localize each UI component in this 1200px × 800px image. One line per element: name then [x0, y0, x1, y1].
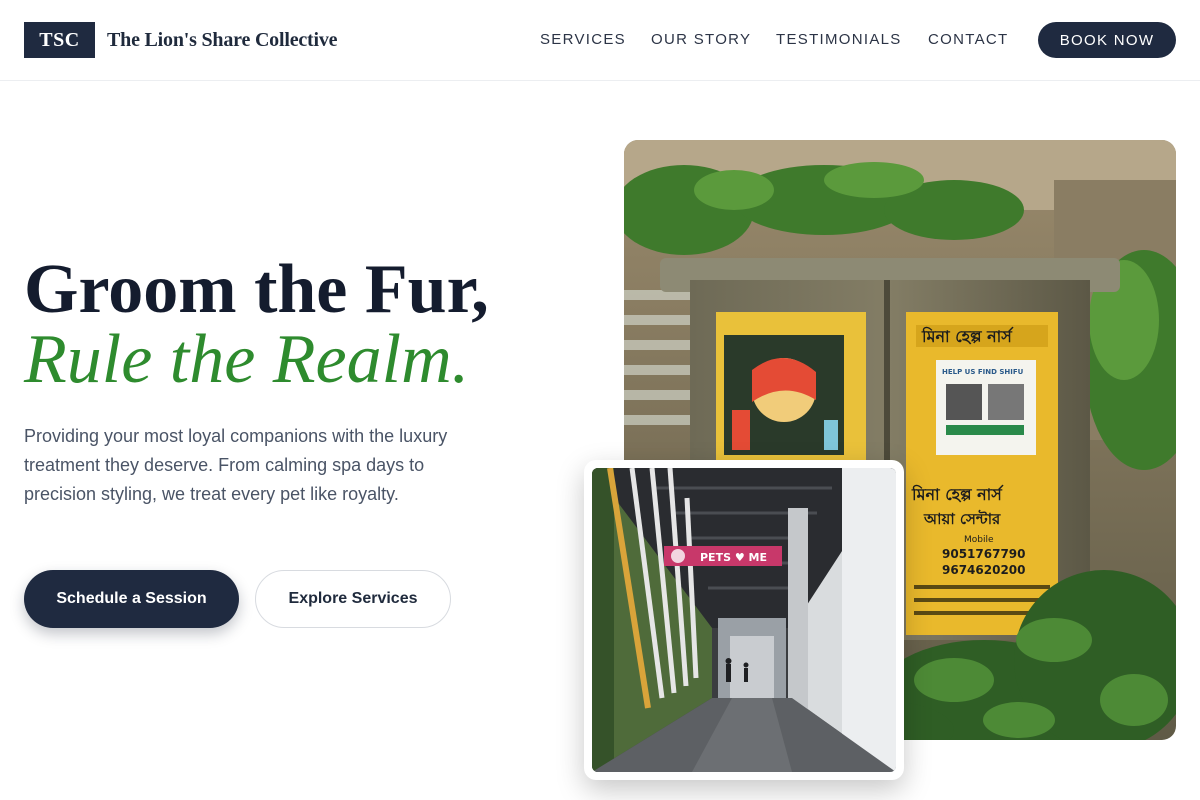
covered-walkway-image: PETS ♥ ME — [592, 468, 896, 772]
poster-phone-1: 9051767790 — [942, 547, 1026, 561]
nav-link-our-story[interactable]: OUR STORY — [651, 30, 751, 50]
hero-inset-photo-frame: PETS ♥ ME — [584, 460, 904, 780]
brand-name[interactable]: The Lion's Share Collective — [107, 27, 338, 53]
nav-link-services[interactable]: SERVICES — [540, 30, 626, 50]
poster-mobile-label: Mobile — [964, 535, 994, 545]
hero-headline-line2: Rule the Realm. — [24, 321, 470, 398]
poster-phone-2: 9674620200 — [942, 563, 1026, 577]
poster-title-bottom: মিনা হেল্প নার্স — [911, 484, 1004, 504]
shop-sign-text: PETS ♥ ME — [700, 551, 767, 564]
poster-subtitle: আয়া সেন্টার — [923, 509, 1001, 528]
hero-inset-photo: PETS ♥ ME — [592, 468, 896, 772]
nav-link-testimonials[interactable]: TESTIMONIALS — [776, 30, 902, 50]
missing-cat-label: HELP US FIND SHIFU — [942, 368, 1024, 376]
schedule-session-button[interactable]: Schedule a Session — [24, 570, 239, 628]
explore-services-button[interactable]: Explore Services — [255, 570, 451, 628]
site-header: TSC The Lion's Share Collective SERVICES… — [0, 0, 1200, 81]
hero-description: Providing your most loyal companions wit… — [24, 426, 448, 504]
poster-title-top: মিনা হেল্প নার্স — [921, 326, 1014, 346]
logo-mark[interactable]: TSC — [24, 22, 95, 58]
nav-link-contact[interactable]: CONTACT — [928, 30, 1008, 50]
book-now-button[interactable]: BOOK NOW — [1038, 22, 1176, 58]
hero-headline-line1: Groom the Fur, — [24, 251, 489, 328]
